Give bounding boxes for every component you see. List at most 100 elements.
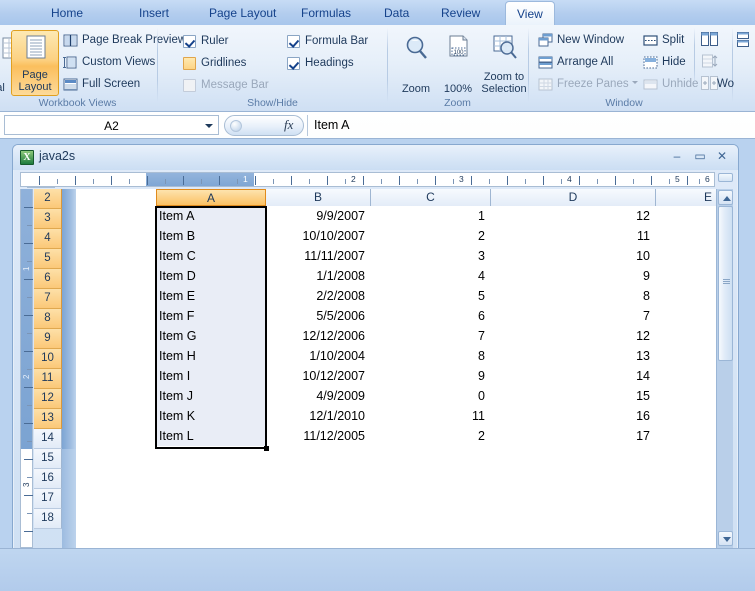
cell-B7[interactable]: 5/5/2006 bbox=[266, 306, 369, 326]
cell-B5[interactable]: 1/1/2008 bbox=[266, 266, 369, 286]
page-layout-view-button[interactable]: Page Layout bbox=[11, 30, 59, 96]
synchronous-scrolling-icon[interactable] bbox=[702, 54, 718, 69]
row-header-17[interactable]: 17 bbox=[34, 489, 62, 509]
row-header-16[interactable]: 16 bbox=[34, 469, 62, 489]
cell-E12[interactable]: 56 bbox=[656, 406, 716, 426]
tab-page-layout[interactable]: Page Layout bbox=[198, 2, 287, 25]
formula-input[interactable]: Item A bbox=[314, 116, 751, 135]
cell-E9[interactable]: 53 bbox=[656, 346, 716, 366]
cell-E6[interactable]: 67 bbox=[656, 286, 716, 306]
checkbox-gridlines[interactable]: Gridlines bbox=[182, 54, 246, 73]
worksheet-canvas[interactable]: A B C D E Item A9/9/200711234Item B10/10… bbox=[76, 189, 716, 548]
new-window-button[interactable]: New Window bbox=[537, 29, 624, 51]
cell-D7[interactable]: 7 bbox=[491, 306, 654, 326]
cell-E13[interactable]: 57 bbox=[656, 426, 716, 446]
column-header-A[interactable]: A bbox=[156, 189, 266, 206]
top-scroll-box[interactable] bbox=[718, 173, 733, 182]
row-header-13[interactable]: 13 bbox=[34, 409, 62, 429]
cell-B9[interactable]: 1/10/2004 bbox=[266, 346, 369, 366]
cell-B2[interactable]: 9/9/2007 bbox=[266, 206, 369, 226]
cell-D13[interactable]: 17 bbox=[491, 426, 654, 446]
column-header-B[interactable]: B bbox=[266, 189, 371, 206]
cell-B6[interactable]: 2/2/2008 bbox=[266, 286, 369, 306]
child-window-title-bar[interactable]: X java2s – ▭ ✕ bbox=[13, 145, 738, 170]
row-header-4[interactable]: 4 bbox=[34, 229, 62, 249]
cell-C13[interactable]: 2 bbox=[371, 426, 489, 446]
cell-C9[interactable]: 8 bbox=[371, 346, 489, 366]
row-header-7[interactable]: 7 bbox=[34, 289, 62, 309]
row-header-2[interactable]: 2 bbox=[34, 189, 62, 209]
unhide-button[interactable]: Unhide bbox=[642, 73, 698, 95]
cell-E5[interactable]: 68 bbox=[656, 266, 716, 286]
cell-B11[interactable]: 4/9/2009 bbox=[266, 386, 369, 406]
cell-E8[interactable]: 52 bbox=[656, 326, 716, 346]
cell-A9[interactable]: Item H bbox=[156, 346, 266, 366]
tab-insert[interactable]: Insert bbox=[128, 2, 180, 25]
row-header-11[interactable]: 11 bbox=[34, 369, 62, 389]
row-header-9[interactable]: 9 bbox=[34, 329, 62, 349]
checkbox-headings[interactable]: Headings bbox=[286, 54, 354, 73]
cell-D12[interactable]: 16 bbox=[491, 406, 654, 426]
freeze-panes-dropdown-arrow[interactable] bbox=[631, 81, 638, 84]
cell-C11[interactable]: 0 bbox=[371, 386, 489, 406]
tab-data[interactable]: Data bbox=[373, 2, 420, 25]
row-header-15[interactable]: 15 bbox=[34, 449, 62, 469]
tab-formulas[interactable]: Formulas bbox=[290, 2, 362, 25]
workspace-label-clipped[interactable]: Wo bbox=[717, 73, 734, 95]
cell-D3[interactable]: 11 bbox=[491, 226, 654, 246]
tab-view[interactable]: View bbox=[505, 1, 555, 26]
column-header-D[interactable]: D bbox=[491, 189, 656, 206]
freeze-panes-button[interactable]: Freeze Panes bbox=[537, 73, 638, 95]
cell-C10[interactable]: 9 bbox=[371, 366, 489, 386]
cell-C5[interactable]: 4 bbox=[371, 266, 489, 286]
row-header-6[interactable]: 6 bbox=[34, 269, 62, 289]
cell-A2[interactable]: Item A bbox=[156, 206, 266, 226]
view-side-by-side-icon[interactable] bbox=[701, 32, 718, 46]
hide-button[interactable]: Hide bbox=[642, 51, 686, 73]
cell-E3[interactable]: 54 bbox=[656, 226, 716, 246]
cell-E11[interactable]: 55 bbox=[656, 386, 716, 406]
cell-A12[interactable]: Item K bbox=[156, 406, 266, 426]
child-close-button[interactable]: ✕ bbox=[713, 149, 731, 165]
checkbox-message-bar[interactable]: Message Bar bbox=[182, 76, 269, 95]
zoom-to-selection-button[interactable]: Zoom to Selection bbox=[475, 31, 533, 97]
cell-A13[interactable]: Item L bbox=[156, 426, 266, 446]
cell-A8[interactable]: Item G bbox=[156, 326, 266, 346]
cell-C8[interactable]: 7 bbox=[371, 326, 489, 346]
cell-B10[interactable]: 10/12/2007 bbox=[266, 366, 369, 386]
cell-C4[interactable]: 3 bbox=[371, 246, 489, 266]
zoom-button[interactable]: Zoom bbox=[392, 31, 440, 97]
cell-A3[interactable]: Item B bbox=[156, 226, 266, 246]
cell-A10[interactable]: Item I bbox=[156, 366, 266, 386]
cell-C12[interactable]: 11 bbox=[371, 406, 489, 426]
cell-D6[interactable]: 8 bbox=[491, 286, 654, 306]
tab-home[interactable]: Home bbox=[40, 2, 94, 25]
cell-A4[interactable]: Item C bbox=[156, 246, 266, 266]
cell-B8[interactable]: 12/12/2006 bbox=[266, 326, 369, 346]
cell-E4[interactable]: 69 bbox=[656, 246, 716, 266]
cell-E10[interactable]: 54 bbox=[656, 366, 716, 386]
cell-C2[interactable]: 1 bbox=[371, 206, 489, 226]
row-header-5[interactable]: 5 bbox=[34, 249, 62, 269]
vertical-scrollbar[interactable] bbox=[716, 189, 733, 548]
column-header-C[interactable]: C bbox=[371, 189, 491, 206]
custom-views-button[interactable]: Custom Views bbox=[62, 51, 155, 73]
cell-A11[interactable]: Item J bbox=[156, 386, 266, 406]
cell-C7[interactable]: 6 bbox=[371, 306, 489, 326]
tab-review[interactable]: Review bbox=[430, 2, 491, 25]
cell-D5[interactable]: 9 bbox=[491, 266, 654, 286]
child-minimize-button[interactable]: – bbox=[668, 149, 686, 165]
column-header-E[interactable]: E bbox=[656, 189, 716, 206]
cell-D8[interactable]: 12 bbox=[491, 326, 654, 346]
cell-D10[interactable]: 14 bbox=[491, 366, 654, 386]
cell-D11[interactable]: 15 bbox=[491, 386, 654, 406]
scroll-up-button[interactable] bbox=[718, 190, 733, 205]
cell-C3[interactable]: 2 bbox=[371, 226, 489, 246]
save-workspace-icon[interactable] bbox=[737, 32, 751, 48]
child-maximize-button[interactable]: ▭ bbox=[691, 149, 709, 165]
cell-E7[interactable]: 51 bbox=[656, 306, 716, 326]
name-box[interactable]: A2 bbox=[4, 115, 219, 135]
cell-D4[interactable]: 10 bbox=[491, 246, 654, 266]
split-button[interactable]: Split bbox=[642, 29, 684, 51]
scroll-down-button[interactable] bbox=[718, 531, 733, 546]
